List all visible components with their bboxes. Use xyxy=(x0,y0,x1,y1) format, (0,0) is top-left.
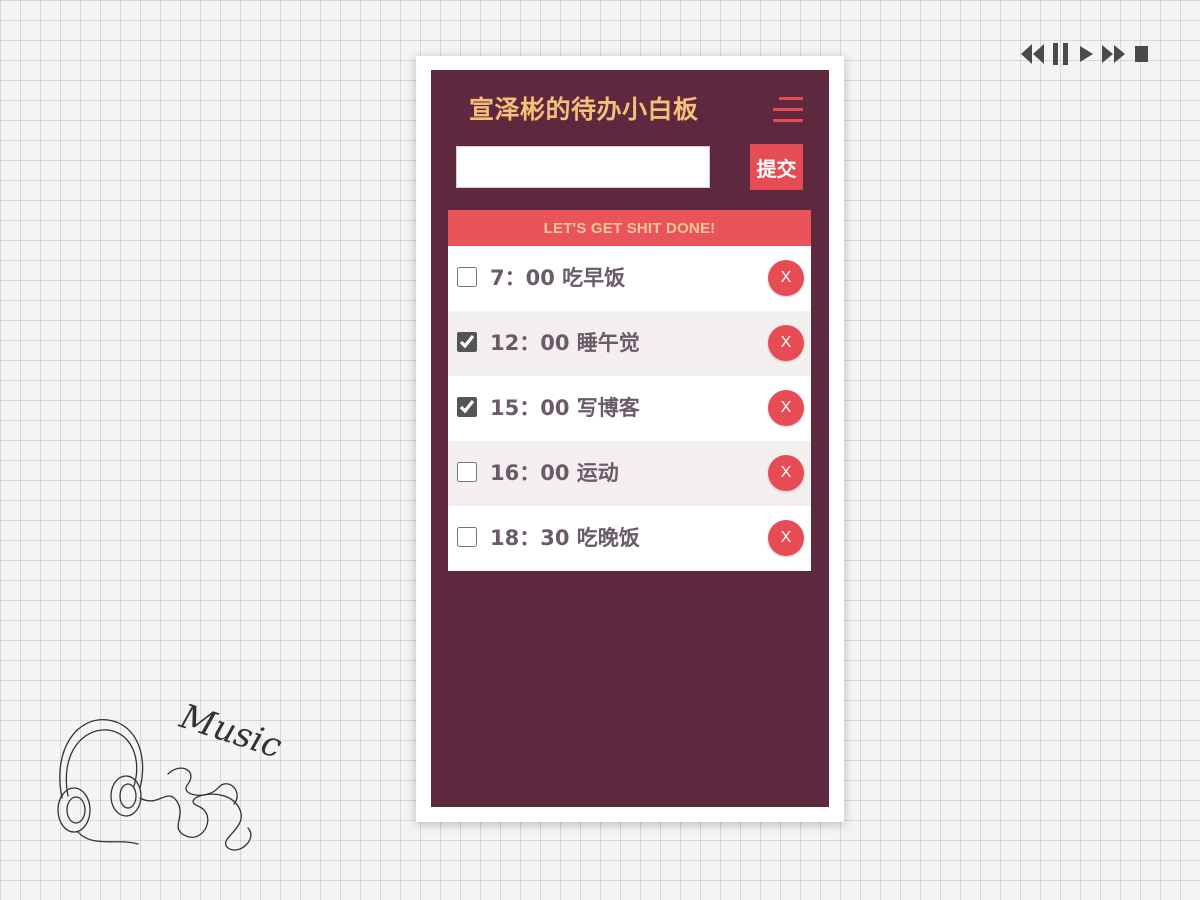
delete-button[interactable]: X xyxy=(768,390,804,426)
play-icon[interactable] xyxy=(1076,41,1096,67)
todo-input[interactable] xyxy=(456,146,710,188)
todo-text: 12：00 睡午觉 xyxy=(490,331,640,355)
delete-button[interactable]: X xyxy=(768,455,804,491)
todo-board: 宣泽彬的待办小白板 提交 LET'S GET SHIT DONE! 7：00 吃… xyxy=(431,70,829,807)
todo-text: 15：00 写博客 xyxy=(490,396,640,420)
submit-button[interactable]: 提交 xyxy=(750,144,803,190)
delete-button[interactable]: X xyxy=(768,520,804,556)
stop-icon[interactable] xyxy=(1132,41,1150,67)
todo-checkbox[interactable] xyxy=(457,462,477,482)
page-title: 宣泽彬的待办小白板 xyxy=(469,95,699,124)
todo-checkbox[interactable] xyxy=(457,332,477,352)
music-doodle-text: Music xyxy=(174,696,286,767)
todo-text: 16：00 运动 xyxy=(490,461,619,485)
menu-icon[interactable] xyxy=(773,97,803,123)
todo-text: 7：00 吃早饭 xyxy=(490,266,626,290)
todo-checkbox[interactable] xyxy=(457,527,477,547)
delete-button[interactable]: X xyxy=(768,260,804,296)
list-header: LET'S GET SHIT DONE! xyxy=(448,210,811,246)
fast-forward-icon[interactable] xyxy=(1100,41,1128,67)
todo-list: LET'S GET SHIT DONE! 7：00 吃早饭 X 12：00 睡午… xyxy=(448,210,811,571)
todo-item: 7：00 吃早饭 X xyxy=(448,246,811,311)
delete-button[interactable]: X xyxy=(768,325,804,361)
whiteboard-card: 宣泽彬的待办小白板 提交 LET'S GET SHIT DONE! 7：00 吃… xyxy=(416,56,844,822)
pause-icon[interactable] xyxy=(1050,41,1072,67)
todo-checkbox[interactable] xyxy=(457,397,477,417)
rewind-icon[interactable] xyxy=(1018,41,1046,67)
todo-item: 18：30 吃晚饭 X xyxy=(448,506,811,571)
todo-checkbox[interactable] xyxy=(457,267,477,287)
todo-item: 15：00 写博客 X xyxy=(448,376,811,441)
headphones-doodle: Music xyxy=(48,688,298,858)
todo-item: 16：00 运动 X xyxy=(448,441,811,506)
music-controls xyxy=(1018,40,1164,68)
todo-item: 12：00 睡午觉 X xyxy=(448,311,811,376)
todo-text: 18：30 吃晚饭 xyxy=(490,526,640,550)
